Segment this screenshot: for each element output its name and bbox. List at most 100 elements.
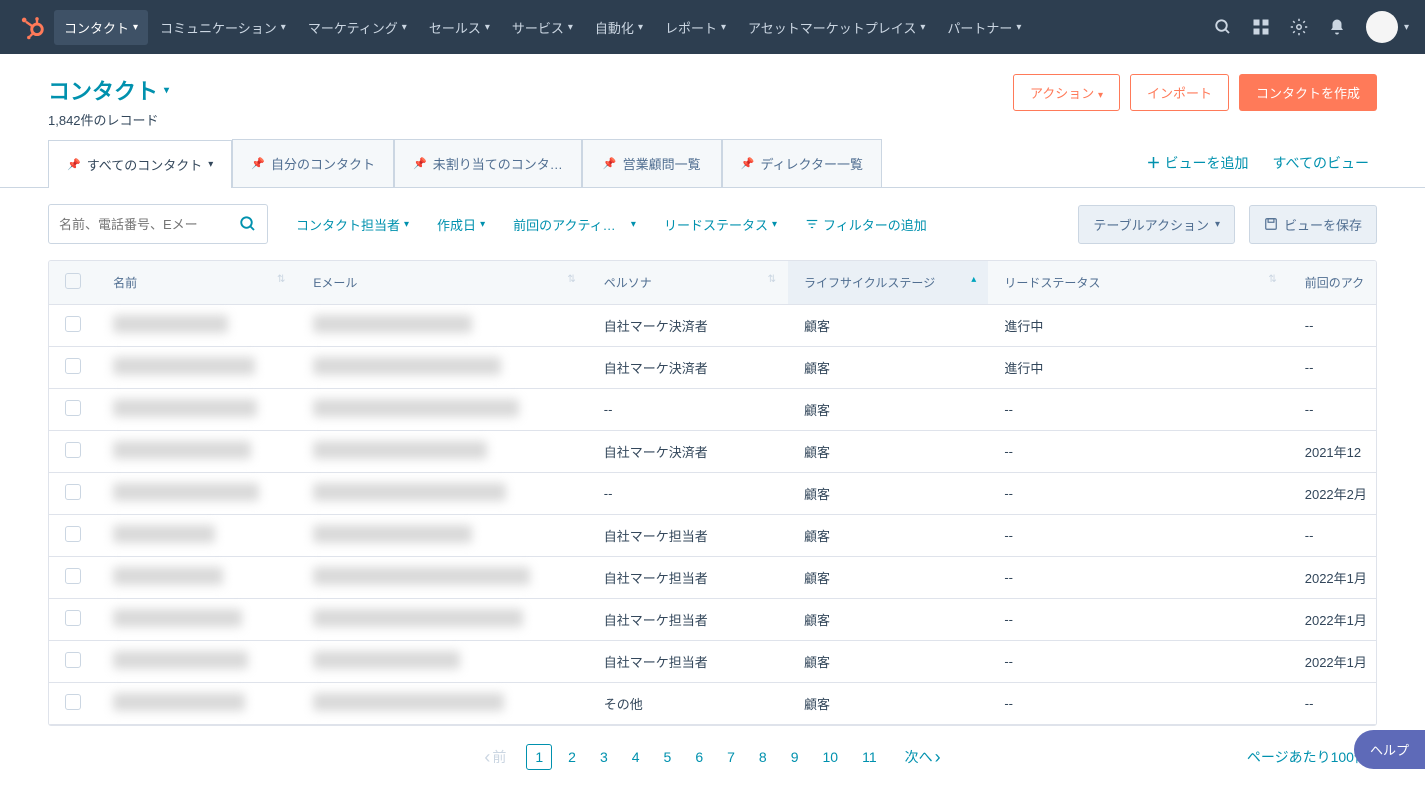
add-filter-button[interactable]: フィルターの追加 [805, 215, 927, 234]
nav-label: サービス [512, 18, 564, 37]
page-number[interactable]: 3 [592, 745, 616, 769]
page-number[interactable]: 4 [624, 745, 648, 769]
page-title: コンタクト [48, 74, 158, 106]
nav-reports[interactable]: レポート▾ [655, 10, 736, 45]
select-all-checkbox[interactable] [65, 273, 81, 289]
chevron-down-icon: ▾ [133, 22, 138, 33]
help-button[interactable]: ヘルプ [1354, 730, 1425, 769]
page-number[interactable]: 2 [560, 745, 584, 769]
table-scroll[interactable]: 名前 ⇅ Eメール⇅ ペルソナ⇅ ライフサイクルステージ▴ リードステータス⇅ 前… [49, 261, 1376, 725]
tab-sales-advisors[interactable]: 📌 営業顧問一覧 [582, 139, 722, 187]
page-number[interactable]: 6 [687, 745, 711, 769]
page-number[interactable]: 5 [656, 745, 680, 769]
row-checkbox[interactable] [65, 610, 81, 626]
col-lead-status[interactable]: リードステータス⇅ [988, 261, 1288, 305]
sort-icon: ⇅ [768, 274, 776, 285]
tab-directors[interactable]: 📌ディレクター一覧 [722, 139, 882, 187]
add-view-button[interactable]: ＋ビューを追加 [1147, 153, 1249, 173]
actions-button[interactable]: アクション ▾ [1013, 74, 1120, 111]
persona-cell: 自社マーケ担当者 [588, 641, 788, 683]
table-row[interactable]: 自社マーケ決済者 顧客 進行中 -- [49, 347, 1376, 389]
pin-icon: 📌 [603, 157, 617, 170]
page-number[interactable]: 7 [719, 745, 743, 769]
stage-cell: 顧客 [788, 431, 988, 473]
row-checkbox[interactable] [65, 652, 81, 668]
row-checkbox[interactable] [65, 568, 81, 584]
search-input[interactable] [59, 217, 239, 232]
nav-communication[interactable]: コミュニケーション▾ [150, 10, 296, 45]
import-button[interactable]: インポート [1130, 74, 1229, 111]
nav-marketing[interactable]: マーケティング▾ [298, 10, 417, 45]
account-menu[interactable]: ▾ [1366, 11, 1409, 43]
page-number[interactable]: 9 [783, 745, 807, 769]
stage-cell: 顧客 [788, 641, 988, 683]
name-cell [113, 399, 257, 417]
col-check [49, 261, 97, 305]
create-contact-button[interactable]: コンタクトを作成 [1239, 74, 1377, 111]
last-cell: -- [1289, 347, 1376, 389]
table-row[interactable]: 自社マーケ担当者 顧客 -- 2022年1月 [49, 599, 1376, 641]
nav-partner[interactable]: パートナー▾ [937, 10, 1031, 45]
table-row[interactable]: 自社マーケ決済者 顧客 進行中 -- [49, 305, 1376, 347]
tab-my-contacts[interactable]: 📌自分のコンタクト [232, 139, 394, 187]
row-checkbox[interactable] [65, 400, 81, 416]
search-box[interactable] [48, 204, 268, 244]
table-row[interactable]: -- 顧客 -- -- [49, 389, 1376, 431]
search-icon[interactable] [1214, 18, 1232, 36]
persona-cell: その他 [588, 683, 788, 725]
filter-lead-status[interactable]: リードステータス▾ [664, 215, 777, 234]
tab-label: 営業顧問一覧 [623, 154, 701, 173]
table-row[interactable]: 自社マーケ担当者 顧客 -- -- [49, 515, 1376, 557]
all-views-link[interactable]: すべてのビュー [1273, 153, 1369, 173]
table-row[interactable]: 自社マーケ担当者 顧客 -- 2022年1月 [49, 557, 1376, 599]
stage-cell: 顧客 [788, 389, 988, 431]
chevron-right-icon: › [935, 747, 941, 768]
col-name[interactable]: 名前 ⇅ [97, 261, 297, 305]
row-checkbox[interactable] [65, 484, 81, 500]
col-email[interactable]: Eメール⇅ [297, 261, 587, 305]
nav-sales[interactable]: セールス▾ [419, 10, 500, 45]
marketplace-icon[interactable] [1252, 18, 1270, 36]
filter-owner[interactable]: コンタクト担当者▾ [296, 215, 409, 234]
email-cell [313, 441, 487, 459]
plus-icon: ＋ [1147, 153, 1161, 173]
page-number[interactable]: 11 [854, 745, 885, 769]
nav-automation[interactable]: 自動化▾ [585, 10, 653, 45]
row-checkbox[interactable] [65, 358, 81, 374]
table-action-button[interactable]: テーブルアクション▾ [1078, 205, 1235, 244]
row-checkbox[interactable] [65, 442, 81, 458]
row-checkbox[interactable] [65, 694, 81, 710]
row-checkbox[interactable] [65, 526, 81, 542]
prev-page-button[interactable]: ‹前 [484, 747, 506, 768]
nav-service[interactable]: サービス▾ [502, 10, 583, 45]
col-persona[interactable]: ペルソナ⇅ [588, 261, 788, 305]
col-last-activity[interactable]: 前回のアク [1289, 261, 1376, 305]
pin-icon: 📌 [741, 157, 755, 170]
gear-icon[interactable] [1290, 18, 1308, 36]
table-row[interactable]: 自社マーケ決済者 顧客 -- 2021年12 [49, 431, 1376, 473]
page-number[interactable]: 10 [815, 745, 847, 769]
tab-unassigned[interactable]: 📌未割り当てのコンタ… [394, 139, 582, 187]
save-view-button[interactable]: ビューを保存 [1249, 205, 1377, 244]
bell-icon[interactable] [1328, 18, 1346, 36]
filter-created[interactable]: 作成日▾ [437, 215, 485, 234]
lead-cell: -- [988, 515, 1288, 557]
table-row[interactable]: 自社マーケ担当者 顧客 -- 2022年1月 [49, 641, 1376, 683]
stage-cell: 顧客 [788, 557, 988, 599]
page-number[interactable]: 8 [751, 745, 775, 769]
col-lifecycle[interactable]: ライフサイクルステージ▴ [788, 261, 988, 305]
sort-icon: ⇅ [277, 274, 285, 285]
right-filters: テーブルアクション▾ ビューを保存 [1078, 205, 1377, 244]
nav-contacts[interactable]: コンタクト▾ [54, 10, 148, 45]
next-page-button[interactable]: 次へ› [905, 747, 941, 768]
page-title-dropdown[interactable]: コンタクト▾ [48, 74, 169, 106]
row-checkbox[interactable] [65, 316, 81, 332]
nav-marketplace[interactable]: アセットマーケットプレイス▾ [738, 10, 935, 45]
col-label: 名前 [113, 276, 137, 290]
table-row[interactable]: -- 顧客 -- 2022年2月 [49, 473, 1376, 515]
page-number[interactable]: 1 [526, 744, 552, 770]
chevron-down-icon: ▾ [1404, 22, 1409, 33]
table-row[interactable]: その他 顧客 -- -- [49, 683, 1376, 725]
tab-all-contacts[interactable]: 📌すべてのコンタクト▾ [48, 140, 232, 188]
filter-last-activity[interactable]: 前回のアクティ… ▾ [513, 215, 636, 234]
